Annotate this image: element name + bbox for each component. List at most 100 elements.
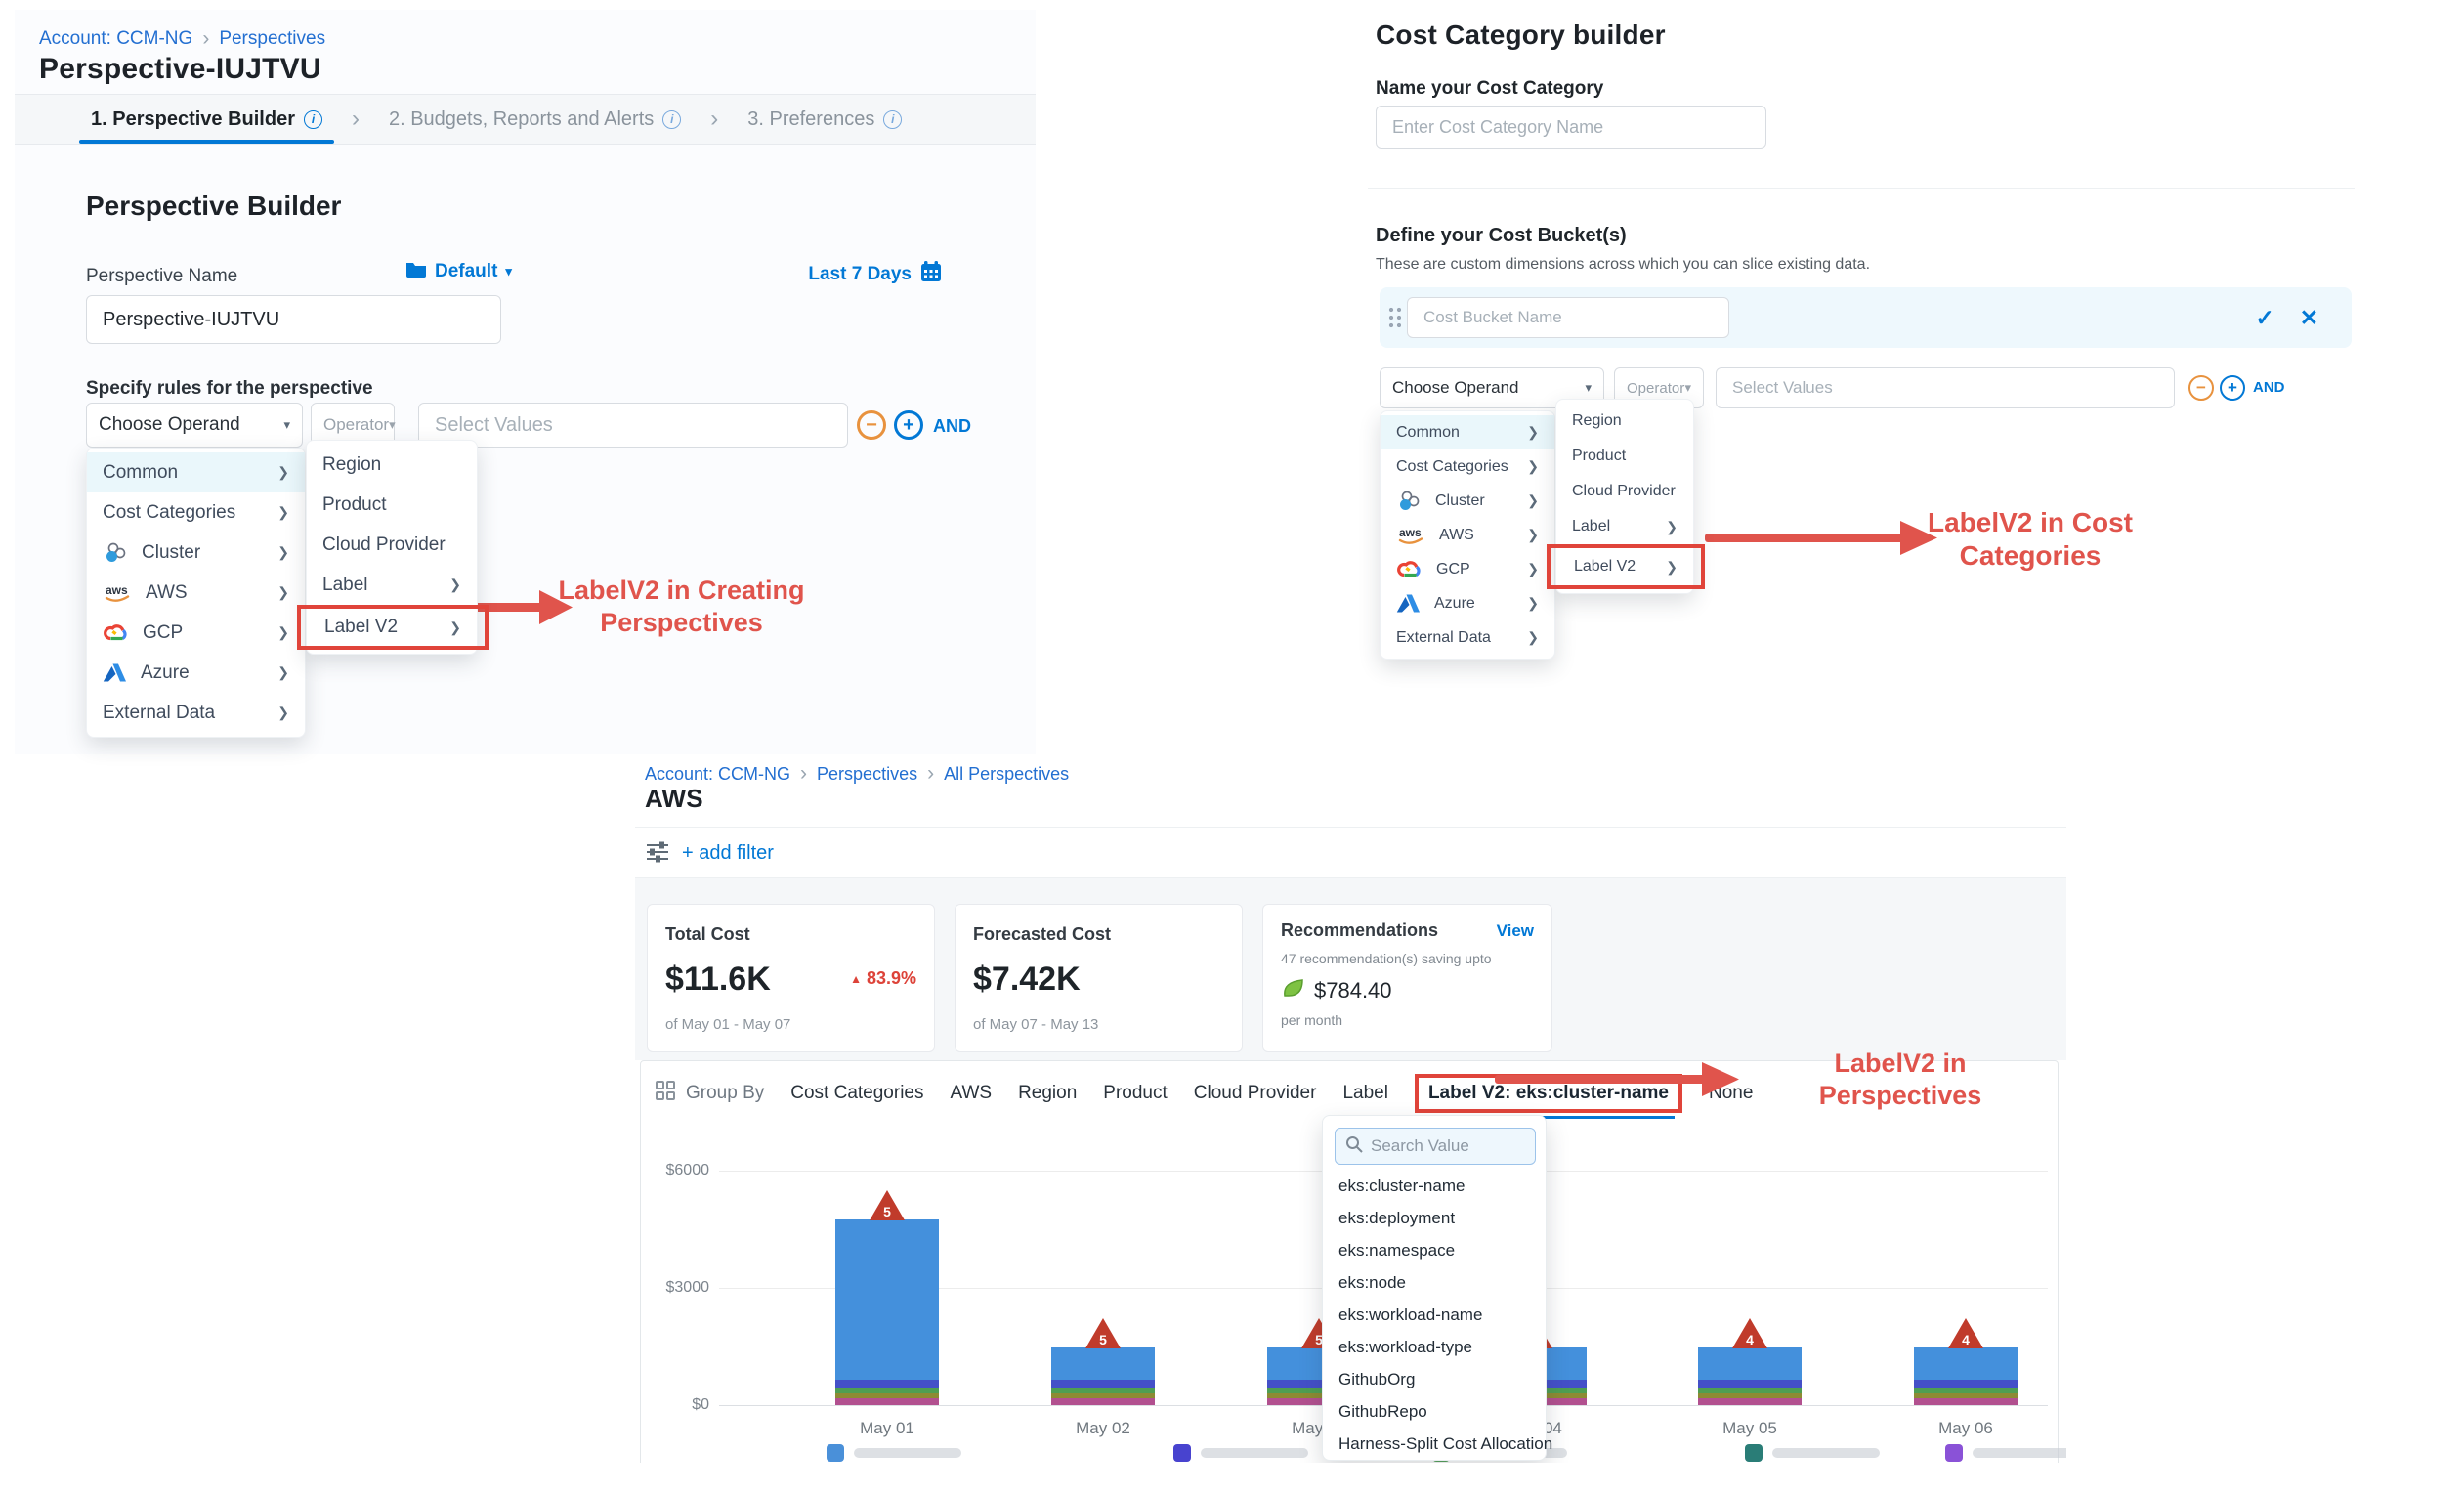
- anomaly-badge[interactable]: 4: [1948, 1318, 1983, 1348]
- menu-item-aws[interactable]: awsAWS❯: [1381, 518, 1554, 552]
- menu-item-gcp[interactable]: GCP❯: [1381, 552, 1554, 586]
- tab-2[interactable]: 2. Budgets, Reports and Alertsi: [389, 95, 681, 144]
- menu-item-cost-categories[interactable]: Cost Categories❯: [87, 492, 305, 533]
- submenu-item-label[interactable]: Label❯: [1556, 509, 1693, 544]
- value-option-eks-node[interactable]: eks:node: [1338, 1273, 1406, 1293]
- bar-segment-base-magenta: [1914, 1398, 2018, 1405]
- forecasted-cost-value: $7.42K: [973, 961, 1224, 999]
- recommendations-label: Recommendations: [1281, 920, 1438, 941]
- submenu-item-region[interactable]: Region: [307, 445, 477, 485]
- menu-item-azure[interactable]: Azure❯: [1381, 586, 1554, 620]
- total-cost-label: Total Cost: [665, 924, 916, 945]
- value-option-harness-split-cost-allocation[interactable]: Harness-Split Cost Allocation: [1338, 1434, 1552, 1454]
- view-recommendations-link[interactable]: View: [1497, 921, 1534, 941]
- submenu-item-product[interactable]: Product: [1556, 439, 1693, 474]
- submenu-item-label-v2[interactable]: Label V2❯: [297, 605, 489, 650]
- filter-sliders-icon[interactable]: [645, 840, 670, 869]
- and-operator-button[interactable]: AND: [933, 416, 971, 437]
- caret-down-icon: ▾: [389, 417, 396, 433]
- menu-item-label: Azure: [141, 662, 190, 684]
- value-option-eks-namespace[interactable]: eks:namespace: [1338, 1241, 1455, 1260]
- bar-may-01[interactable]: [835, 1219, 939, 1405]
- cancel-bucket-button[interactable]: ✕: [2300, 305, 2318, 331]
- value-option-eks-workload-type[interactable]: eks:workload-type: [1338, 1338, 1472, 1357]
- savings-amount: $784.40: [1314, 978, 1392, 1004]
- confirm-bucket-button[interactable]: ✓: [2255, 305, 2273, 331]
- group-by-item-cost-categories[interactable]: Cost Categories: [790, 1083, 923, 1104]
- legend-item[interactable]: [1945, 1444, 2066, 1462]
- anomaly-badge[interactable]: 4: [1732, 1318, 1767, 1348]
- perspective-name-input[interactable]: Perspective-IUJTVU: [86, 295, 501, 344]
- total-cost-period: of May 01 - May 07: [665, 1016, 916, 1033]
- breadcrumb-perspectives-link[interactable]: Perspectives: [219, 28, 325, 50]
- add-filter-button[interactable]: + add filter: [682, 842, 774, 865]
- bar-may-02[interactable]: [1051, 1347, 1155, 1405]
- breadcrumb-link[interactable]: All Perspectives: [944, 764, 1069, 785]
- group-by-item-cloud-provider[interactable]: Cloud Provider: [1194, 1083, 1317, 1104]
- value-option-githubrepo[interactable]: GithubRepo: [1338, 1402, 1427, 1422]
- menu-item-gcp[interactable]: GCP❯: [87, 613, 305, 653]
- submenu-item-label[interactable]: Label❯: [307, 565, 477, 605]
- submenu-item-cloud-provider[interactable]: Cloud Provider: [1556, 474, 1693, 509]
- group-by-item-label[interactable]: Label: [1342, 1083, 1388, 1104]
- value-option-eks-cluster-name[interactable]: eks:cluster-name: [1338, 1176, 1465, 1196]
- tab-label: 2. Budgets, Reports and Alerts: [389, 108, 654, 131]
- perspective-name-value: Perspective-IUJTVU: [103, 309, 279, 331]
- submenu-item-label: Label V2: [1574, 558, 1636, 576]
- menu-item-external-data[interactable]: External Data❯: [1381, 620, 1554, 655]
- legend-item[interactable]: [827, 1444, 961, 1462]
- bar-may-06[interactable]: [1914, 1347, 2018, 1405]
- tab-3[interactable]: 3. Preferencesi: [747, 95, 902, 144]
- bar-may-05[interactable]: [1698, 1347, 1802, 1405]
- cluster-icon: [1396, 489, 1422, 514]
- legend-item[interactable]: [1745, 1444, 1880, 1462]
- date-range-picker[interactable]: Last 7 Days: [808, 260, 943, 289]
- cluster-icon: [103, 540, 128, 566]
- breadcrumb-account-link[interactable]: Account: CCM-NG: [39, 28, 192, 50]
- recommendations-summary: 47 recommendation(s) saving upto: [1281, 951, 1534, 966]
- menu-item-common[interactable]: Common❯: [87, 452, 305, 492]
- group-by-item-aws[interactable]: AWS: [951, 1083, 993, 1104]
- folder-selector[interactable]: Default ▾: [405, 260, 512, 283]
- tab-1[interactable]: 1. Perspective Builderi: [91, 95, 322, 144]
- cost-bucket-name-input[interactable]: Cost Bucket Name: [1407, 297, 1729, 338]
- add-rule-button[interactable]: +: [2220, 375, 2245, 401]
- submenu-item-cloud-provider[interactable]: Cloud Provider: [307, 525, 477, 565]
- breadcrumb-link[interactable]: Perspectives: [817, 764, 917, 785]
- menu-item-cost-categories[interactable]: Cost Categories❯: [1381, 449, 1554, 484]
- menu-item-aws[interactable]: awsAWS❯: [87, 573, 305, 613]
- cost-bucket-name-placeholder: Cost Bucket Name: [1423, 308, 1562, 327]
- x-axis-label: May 05: [1698, 1419, 1802, 1438]
- search-value-input[interactable]: Search Value: [1335, 1128, 1536, 1165]
- menu-item-cluster[interactable]: Cluster❯: [87, 533, 305, 573]
- menu-item-label: GCP: [1436, 561, 1470, 578]
- submenu-item-label-v2[interactable]: Label V2❯: [1547, 544, 1705, 589]
- and-operator-button[interactable]: AND: [2253, 379, 2285, 396]
- remove-rule-button[interactable]: −: [2188, 375, 2214, 401]
- breadcrumb-link[interactable]: Account: CCM-NG: [645, 764, 790, 785]
- triangle-up-icon: ▲: [850, 972, 862, 986]
- menu-item-cluster[interactable]: Cluster❯: [1381, 484, 1554, 518]
- value-option-eks-workload-name[interactable]: eks:workload-name: [1338, 1305, 1482, 1325]
- cost-category-name-input[interactable]: Enter Cost Category Name: [1376, 106, 1766, 149]
- menu-item-common[interactable]: Common❯: [1381, 415, 1554, 449]
- drag-handle-icon[interactable]: [1387, 306, 1401, 329]
- legend-item[interactable]: [1173, 1444, 1308, 1462]
- values-input[interactable]: Select Values: [418, 403, 848, 448]
- operand-select[interactable]: Choose Operand ▾: [86, 403, 303, 448]
- menu-item-azure[interactable]: Azure❯: [87, 653, 305, 693]
- submenu-item-product[interactable]: Product: [307, 485, 477, 525]
- menu-item-external-data[interactable]: External Data❯: [87, 693, 305, 733]
- add-rule-button[interactable]: +: [894, 410, 923, 440]
- value-option-githuborg[interactable]: GithubOrg: [1338, 1370, 1415, 1389]
- legend-label-truncated: [1772, 1448, 1880, 1458]
- anomaly-badge[interactable]: 5: [1085, 1318, 1121, 1348]
- annotation-creating-perspectives: LabelV2 in Creating Perspectives: [552, 575, 811, 639]
- anomaly-badge[interactable]: 5: [870, 1190, 905, 1220]
- submenu-item-region[interactable]: Region: [1556, 404, 1693, 439]
- remove-rule-button[interactable]: −: [857, 410, 886, 440]
- value-option-eks-deployment[interactable]: eks:deployment: [1338, 1209, 1455, 1228]
- group-by-item-region[interactable]: Region: [1018, 1083, 1077, 1104]
- group-by-item-product[interactable]: Product: [1103, 1083, 1167, 1104]
- values-input[interactable]: Select Values: [1716, 367, 2175, 408]
